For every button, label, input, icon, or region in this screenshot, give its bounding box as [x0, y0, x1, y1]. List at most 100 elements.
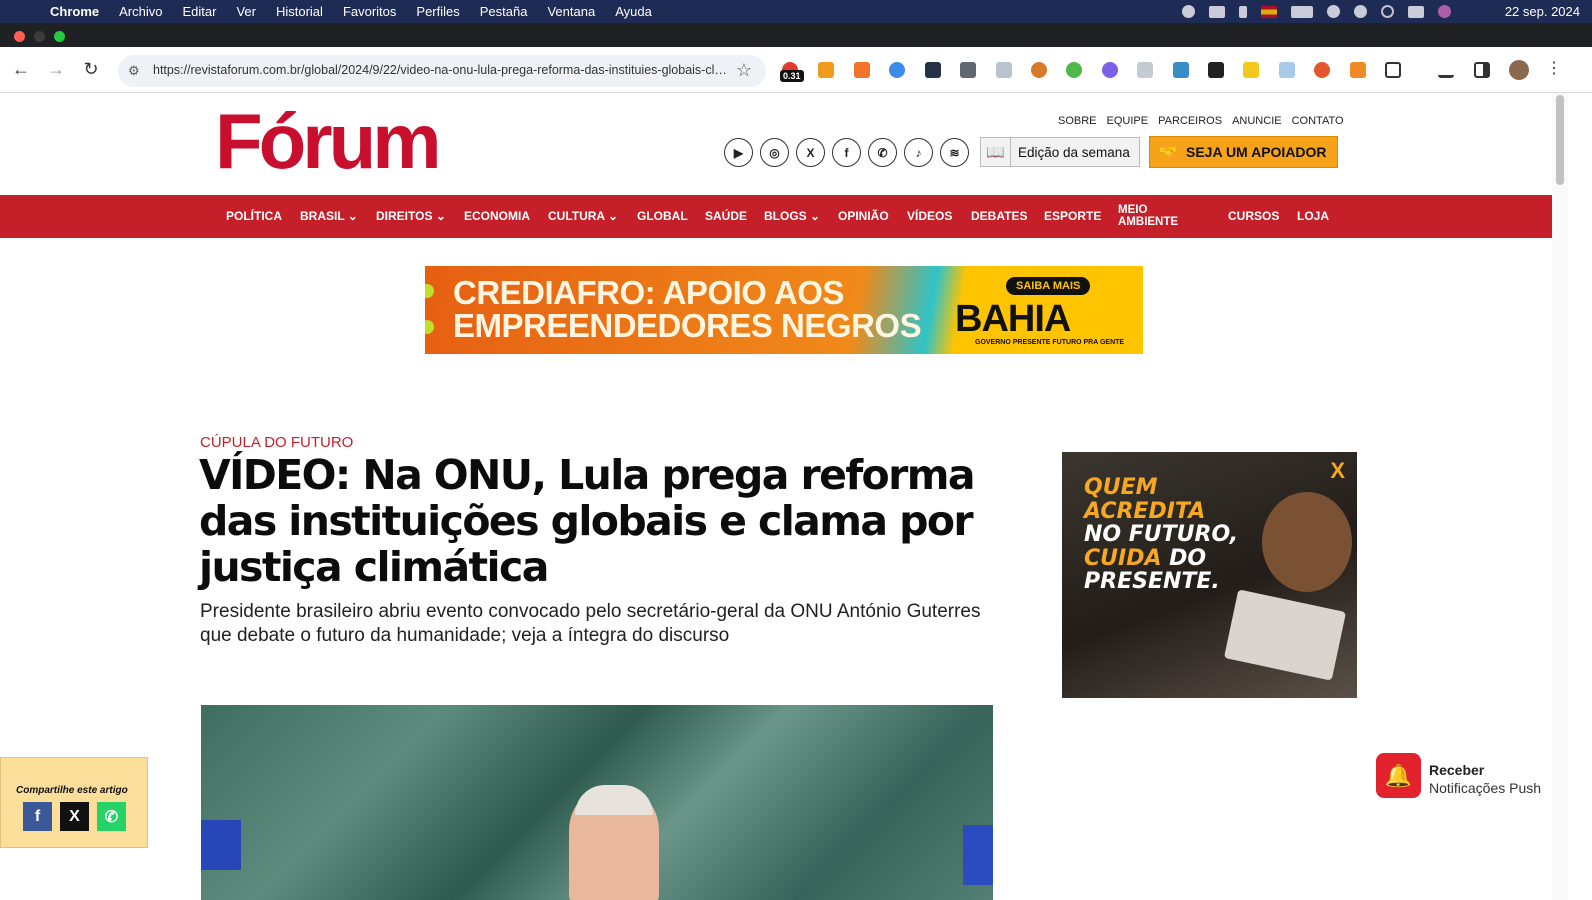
extension-icon-8[interactable]: [1031, 62, 1047, 78]
site-settings-icon[interactable]: ⚙: [128, 63, 144, 79]
x-share-button[interactable]: X: [60, 802, 89, 831]
extension-icon-11[interactable]: [1137, 62, 1153, 78]
photo-decor: [963, 825, 993, 885]
chevron-down-icon: ⌄: [608, 209, 619, 223]
ad-photo-person: [1262, 492, 1352, 592]
extension-icon-2[interactable]: [818, 62, 834, 78]
menu-archivo[interactable]: Archivo: [109, 4, 172, 19]
facebook-share-button[interactable]: f: [23, 802, 52, 831]
page-scrollbar[interactable]: [1552, 93, 1568, 900]
extension-icon-7[interactable]: [996, 62, 1012, 78]
extension-icon-5[interactable]: [925, 62, 941, 78]
menu-ver[interactable]: Ver: [226, 4, 266, 19]
reload-icon[interactable]: ↻: [80, 58, 102, 80]
nav-loja[interactable]: LOJA: [1297, 209, 1329, 223]
nav-esporte[interactable]: ESPORTE: [1044, 209, 1101, 223]
instagram-icon[interactable]: ◎: [760, 138, 789, 167]
nav-blogs[interactable]: BLOGS ⌄: [764, 209, 820, 223]
video-status-icon[interactable]: [1208, 5, 1225, 18]
forward-icon[interactable]: →: [45, 58, 67, 80]
extension-icon-13[interactable]: [1208, 62, 1224, 78]
link-equipe[interactable]: EQUIPE: [1107, 115, 1149, 127]
menu-favoritos[interactable]: Favoritos: [333, 4, 406, 19]
extensions-puzzle-icon[interactable]: [1385, 62, 1401, 78]
push-subtitle[interactable]: Notificações Push: [1429, 780, 1541, 796]
nav-saude[interactable]: SAÚDE: [705, 209, 747, 223]
extension-icon-15[interactable]: [1279, 62, 1295, 78]
menu-pestana[interactable]: Pestaña: [470, 4, 538, 19]
tiktok-icon[interactable]: ♪: [904, 138, 933, 167]
forum-logo[interactable]: Fórum: [215, 102, 442, 180]
menu-clock[interactable]: 22 sep. 2024: [1505, 4, 1580, 19]
scrollbar-thumb[interactable]: [1556, 95, 1564, 185]
banner-cta[interactable]: SAIBA MAIS: [1006, 277, 1091, 295]
link-sobre[interactable]: SOBRE: [1058, 115, 1097, 127]
battery-icon[interactable]: [1290, 5, 1313, 18]
top-links: SOBRE EQUIPE PARCEIROS ANUNCIE CONTATO: [1058, 115, 1344, 127]
nav-politica[interactable]: POLÍTICA: [226, 209, 282, 223]
facebook-icon[interactable]: f: [832, 138, 861, 167]
nav-meio-ambiente[interactable]: MEIO AMBIENTE: [1118, 204, 1188, 228]
extension-icon-14[interactable]: [1243, 62, 1259, 78]
nav-cursos[interactable]: CURSOS: [1228, 209, 1279, 223]
nav-global[interactable]: GLOBAL: [637, 209, 688, 223]
nav-cultura[interactable]: CULTURA ⌄: [548, 209, 618, 223]
download-icon[interactable]: [1438, 62, 1454, 78]
extension-icon-12[interactable]: [1173, 62, 1189, 78]
control-center-icon[interactable]: [1407, 5, 1424, 18]
menu-historial[interactable]: Historial: [266, 4, 333, 19]
whatsapp-share-button[interactable]: ✆: [97, 802, 126, 831]
bell-icon[interactable]: 🔔: [1376, 753, 1421, 798]
extension-icon-9[interactable]: [1066, 62, 1082, 78]
vpn-status-icon[interactable]: [1181, 5, 1195, 18]
close-window-button[interactable]: [14, 31, 25, 42]
nav-brasil[interactable]: BRASIL ⌄: [300, 209, 358, 223]
push-title[interactable]: Receber: [1429, 762, 1484, 778]
x-icon[interactable]: X: [796, 138, 825, 167]
zoom-window-button[interactable]: [54, 31, 65, 42]
minimize-window-button[interactable]: [34, 31, 45, 42]
chrome-menu-icon[interactable]: ⋮: [1543, 58, 1565, 80]
extension-icon-17[interactable]: [1350, 62, 1366, 78]
extension-icon-10[interactable]: [1102, 62, 1118, 78]
edition-button[interactable]: 📖 Edição da semana: [980, 137, 1140, 167]
whatsapp-icon[interactable]: ✆: [868, 138, 897, 167]
menu-app-name[interactable]: Chrome: [40, 4, 109, 19]
spotlight-search-icon[interactable]: [1380, 5, 1394, 18]
extension-icon-16[interactable]: [1314, 62, 1330, 78]
user-switch-icon[interactable]: [1353, 5, 1367, 18]
nav-debates[interactable]: DEBATES: [971, 209, 1027, 223]
article-kicker[interactable]: CÚPULA DO FUTURO: [200, 434, 353, 451]
nav-opiniao[interactable]: OPINIÃO: [838, 209, 889, 223]
address-bar[interactable]: ⚙ https://revistaforum.com.br/global/202…: [118, 55, 766, 87]
link-anuncie[interactable]: ANUNCIE: [1232, 115, 1282, 127]
extension-icon-6[interactable]: [960, 62, 976, 78]
bookmark-star-icon[interactable]: ☆: [736, 60, 752, 81]
nav-videos[interactable]: VÍDEOS: [907, 209, 952, 223]
side-ad[interactable]: X QUEM ACREDITA NO FUTURO, CUIDA DO PRES…: [1062, 452, 1357, 698]
menu-ventana[interactable]: Ventana: [537, 4, 605, 19]
extension-icon-4[interactable]: [889, 62, 905, 78]
supporter-button[interactable]: 🤝 SEJA UM APOIADOR: [1149, 136, 1338, 168]
link-contato[interactable]: CONTATO: [1292, 115, 1344, 127]
crediafro-banner-ad[interactable]: CREDIAFRO: APOIO AOS EMPREENDEDORES NEGR…: [425, 266, 1143, 354]
youtube-icon[interactable]: ▶: [724, 138, 753, 167]
profile-avatar[interactable]: [1509, 60, 1529, 80]
wifi-icon[interactable]: [1326, 5, 1340, 18]
spotify-icon[interactable]: ≋: [940, 138, 969, 167]
extension-icon-3[interactable]: [854, 62, 870, 78]
bluetooth-icon[interactable]: [1238, 5, 1247, 18]
chevron-down-icon: ⌄: [435, 209, 446, 223]
link-parceiros[interactable]: PARCEIROS: [1158, 115, 1222, 127]
nav-economia[interactable]: ECONOMIA: [464, 209, 530, 223]
nav-direitos[interactable]: DIREITOS ⌄: [376, 209, 446, 223]
menu-editar[interactable]: Editar: [172, 4, 226, 19]
banner-decor-dot: [425, 320, 434, 334]
url-text[interactable]: https://revistaforum.com.br/global/2024/…: [153, 63, 728, 77]
menu-perfiles[interactable]: Perfiles: [406, 4, 469, 19]
language-flag-icon[interactable]: [1260, 5, 1277, 18]
side-panel-icon[interactable]: [1474, 62, 1490, 78]
menu-ayuda[interactable]: Ayuda: [605, 4, 662, 19]
back-icon[interactable]: ←: [10, 58, 32, 80]
siri-icon[interactable]: [1437, 5, 1451, 18]
